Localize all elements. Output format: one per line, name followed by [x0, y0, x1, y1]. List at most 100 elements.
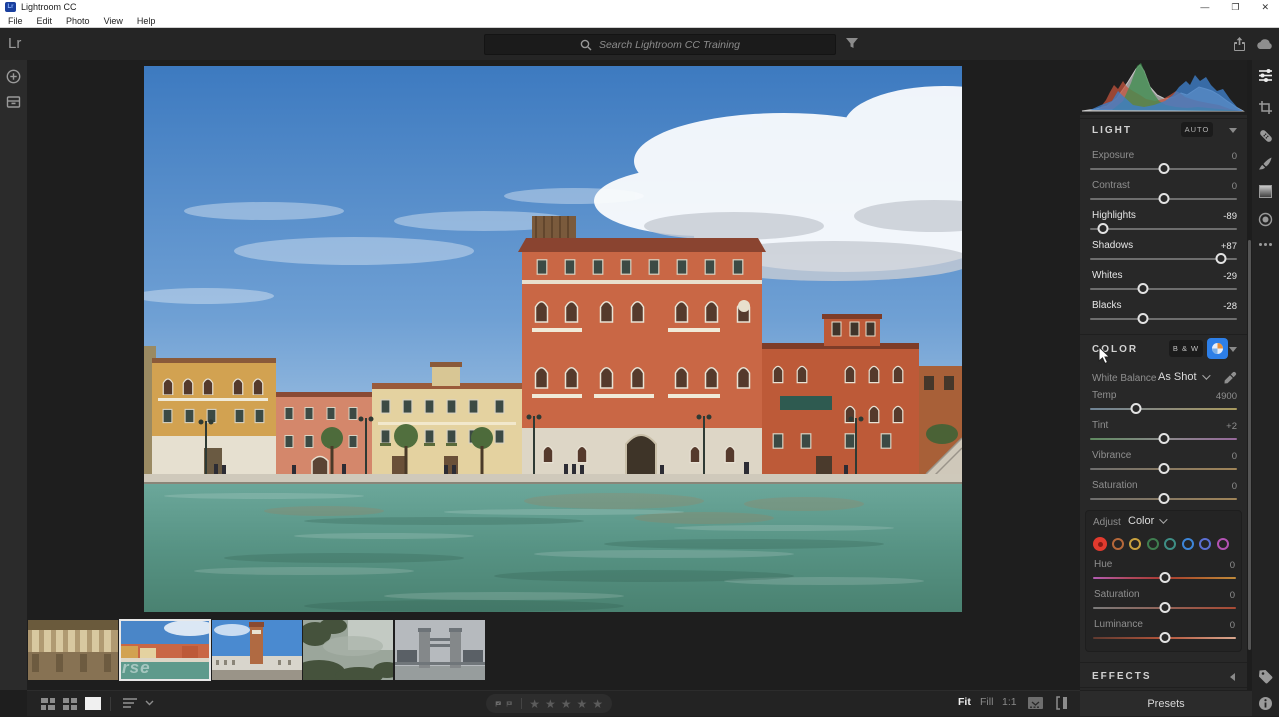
light-section-header[interactable]: LIGHT AUTO	[1080, 118, 1247, 142]
filmstrip-thumb-campanile[interactable]	[212, 620, 302, 680]
menu-view[interactable]: View	[104, 16, 123, 26]
filmstrip-thumb-venice-selected[interactable]: rse	[120, 620, 210, 680]
main-photo[interactable]	[144, 66, 962, 612]
exposure-track[interactable]	[1090, 168, 1237, 170]
sort-chevron-icon[interactable]	[145, 700, 154, 706]
tint-knob[interactable]	[1158, 433, 1169, 444]
menu-help[interactable]: Help	[137, 16, 156, 26]
menu-file[interactable]: File	[8, 16, 23, 26]
share-icon[interactable]	[1232, 36, 1247, 52]
keywords-tag-icon[interactable]	[1258, 668, 1274, 684]
crop-icon[interactable]	[1258, 100, 1273, 115]
swatch-green[interactable]	[1147, 538, 1159, 550]
tint-track[interactable]	[1090, 438, 1237, 440]
edit-sliders-icon[interactable]	[1258, 68, 1273, 83]
temp-track[interactable]	[1090, 408, 1237, 410]
swatch-blue[interactable]	[1182, 538, 1194, 550]
shadows-knob[interactable]	[1215, 253, 1226, 264]
star-4[interactable]: ★	[576, 698, 587, 710]
navigator-preview-icon[interactable]	[1027, 696, 1044, 710]
auto-button[interactable]: AUTO	[1181, 122, 1213, 137]
healing-brush-icon[interactable]	[1258, 128, 1274, 144]
luminance-track[interactable]	[1093, 637, 1236, 639]
vibrance-track[interactable]	[1090, 468, 1237, 470]
grid-mosaic-view-icon[interactable]	[40, 696, 56, 711]
maximize-button[interactable]: ❐	[1231, 0, 1239, 14]
lr-logo: Lr	[8, 35, 21, 52]
panel-scrollbar-thumb[interactable]	[1248, 240, 1251, 650]
star-2[interactable]: ★	[545, 698, 556, 710]
mix-saturation-knob[interactable]	[1159, 602, 1170, 613]
saturation-track[interactable]	[1090, 498, 1237, 500]
eyedropper-icon[interactable]	[1223, 371, 1237, 385]
effects-section-header[interactable]: EFFECTS	[1080, 662, 1247, 688]
search-placeholder: Search Lightroom CC Training	[599, 39, 740, 51]
white-balance-select[interactable]: As Shot	[1158, 371, 1208, 383]
menu-photo[interactable]: Photo	[66, 16, 90, 26]
grid-square-view-icon[interactable]	[62, 696, 78, 711]
contrast-track[interactable]	[1090, 198, 1237, 200]
blacks-track[interactable]	[1090, 318, 1237, 320]
linear-gradient-icon[interactable]	[1258, 184, 1273, 199]
mix-saturation-track[interactable]	[1093, 607, 1236, 609]
thumbnail-watermark: rse	[122, 658, 151, 678]
add-photos-icon[interactable]	[6, 69, 21, 84]
color-mode-button[interactable]	[1207, 338, 1228, 359]
presets-button[interactable]: Presets	[1147, 698, 1184, 710]
star-1[interactable]: ★	[529, 698, 540, 710]
brush-icon[interactable]	[1258, 156, 1273, 171]
menu-edit[interactable]: Edit	[37, 16, 53, 26]
info-icon[interactable]	[1258, 696, 1273, 711]
blacks-knob[interactable]	[1137, 313, 1148, 324]
presets-bar[interactable]: Presets	[1080, 690, 1252, 716]
flag-reject-icon[interactable]	[506, 698, 512, 710]
swatch-magenta[interactable]	[1217, 538, 1229, 550]
contrast-knob[interactable]	[1158, 193, 1169, 204]
app-icon: Lr	[5, 2, 16, 12]
color-collapse-icon[interactable]	[1229, 347, 1237, 352]
highlights-track[interactable]	[1090, 228, 1237, 230]
saturation-knob[interactable]	[1158, 493, 1169, 504]
zoom-ratio-button[interactable]: 1:1	[1002, 696, 1017, 708]
vibrance-knob[interactable]	[1158, 463, 1169, 474]
light-collapse-icon[interactable]	[1229, 128, 1237, 133]
whites-label: Whites	[1092, 270, 1123, 281]
effects-collapse-icon[interactable]	[1230, 673, 1235, 681]
star-3[interactable]: ★	[561, 698, 572, 710]
minimize-button[interactable]: —	[1200, 0, 1209, 14]
zoom-fill-button[interactable]: Fill	[980, 696, 993, 708]
whites-knob[interactable]	[1137, 283, 1148, 294]
swatch-red[interactable]	[1093, 537, 1107, 551]
star-5[interactable]: ★	[592, 698, 603, 710]
luminance-label: Luminance	[1094, 619, 1143, 630]
hue-knob[interactable]	[1159, 572, 1170, 583]
temp-knob[interactable]	[1130, 403, 1141, 414]
filmstrip-thumb-ruins[interactable]	[28, 620, 118, 680]
more-tools-icon[interactable]	[1258, 242, 1273, 247]
swatch-teal[interactable]	[1164, 538, 1176, 550]
hue-track[interactable]	[1093, 577, 1236, 579]
adjust-mode-select[interactable]: Color	[1128, 515, 1165, 527]
shadows-track[interactable]	[1090, 258, 1237, 260]
sort-icon[interactable]	[122, 696, 140, 710]
bw-toggle-button[interactable]: B & W	[1169, 340, 1203, 357]
filter-icon[interactable]	[845, 36, 859, 50]
swatch-purple[interactable]	[1199, 538, 1211, 550]
detail-view-icon[interactable]	[84, 696, 102, 711]
highlights-knob[interactable]	[1098, 223, 1109, 234]
filmstrip-thumb-forest[interactable]	[303, 620, 393, 680]
swatch-yellow[interactable]	[1129, 538, 1141, 550]
zoom-fit-button[interactable]: Fit	[958, 696, 971, 708]
flag-pick-icon[interactable]	[495, 698, 501, 710]
close-button[interactable]: ✕	[1261, 0, 1269, 14]
exposure-knob[interactable]	[1158, 163, 1169, 174]
cloud-sync-icon[interactable]	[1256, 38, 1274, 50]
radial-gradient-icon[interactable]	[1258, 212, 1273, 227]
search-input[interactable]: Search Lightroom CC Training	[484, 34, 836, 55]
panel-toggle-icon[interactable]	[1055, 696, 1070, 710]
swatch-orange[interactable]	[1112, 538, 1124, 550]
luminance-knob[interactable]	[1159, 632, 1170, 643]
filmstrip-thumb-tower-bridge[interactable]	[395, 620, 485, 680]
my-photos-icon[interactable]	[6, 95, 21, 109]
whites-track[interactable]	[1090, 288, 1237, 290]
